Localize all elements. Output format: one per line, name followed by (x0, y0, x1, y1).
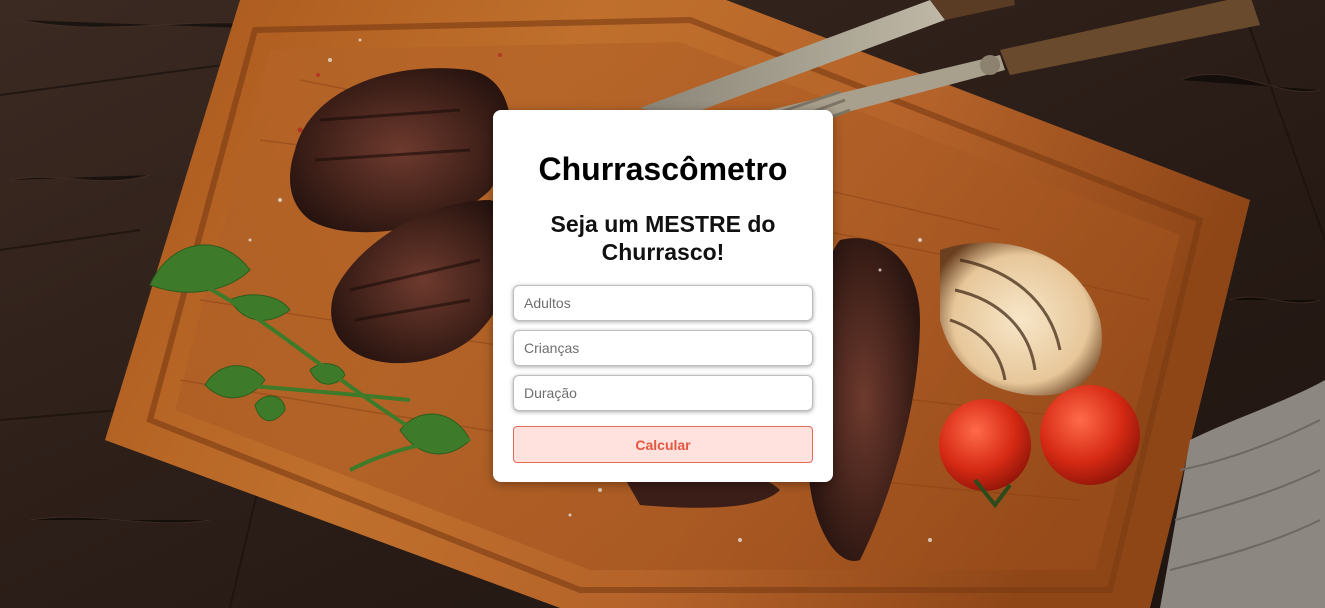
calculator-card: Churrascômetro Seja um MESTRE do Churras… (493, 110, 833, 482)
page-root: Churrascômetro Seja um MESTRE do Churras… (0, 0, 1325, 608)
calculate-button[interactable]: Calcular (513, 426, 813, 463)
adults-input[interactable] (513, 285, 813, 321)
duration-input[interactable] (513, 375, 813, 411)
page-subtitle: Seja um MESTRE do Churrasco! (550, 211, 776, 265)
children-input[interactable] (513, 330, 813, 366)
page-title: Churrascômetro (538, 151, 788, 187)
